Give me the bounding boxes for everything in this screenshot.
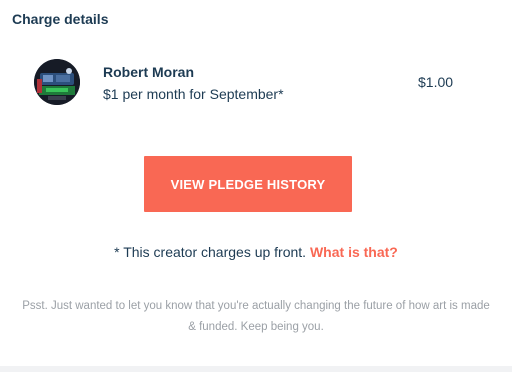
charge-description: $1 per month for September*: [103, 86, 284, 102]
footer-message: Psst. Just wanted to let you know that y…: [22, 300, 490, 333]
upfront-note-text: * This creator charges up front.: [114, 244, 307, 260]
creator-name: Robert Moran: [103, 64, 194, 80]
charge-details-card: Charge details Robert Moran $1 per month…: [0, 0, 512, 372]
creator-avatar-image-icon: [34, 59, 80, 105]
charge-amount: $1.00: [418, 74, 454, 90]
upfront-charge-note: * This creator charges up front. What is…: [0, 244, 512, 260]
view-pledge-history-button[interactable]: VIEW PLEDGE HISTORY: [144, 156, 352, 212]
section-title: Charge details: [12, 11, 109, 27]
charge-row: Robert Moran $1 per month for September*…: [34, 58, 464, 108]
bottom-divider: [0, 366, 512, 372]
what-is-that-link[interactable]: What is that?: [310, 244, 398, 260]
avatar: [34, 59, 80, 105]
